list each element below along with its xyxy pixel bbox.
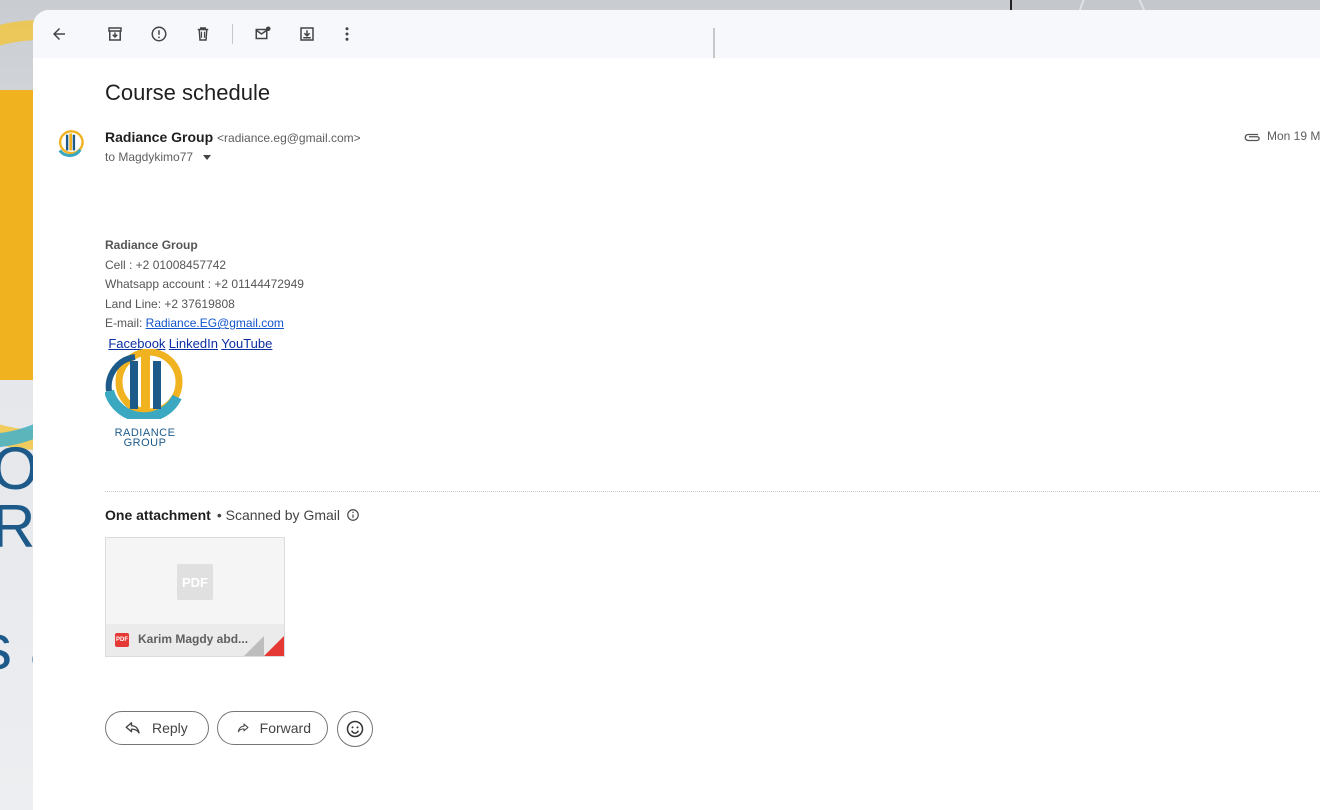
mark-unread-icon (255, 26, 271, 40)
email-date: Mon 19 M (1267, 129, 1320, 143)
sender-avatar[interactable] (51, 128, 89, 166)
attachment-footer: PDF Karim Magdy abd... (106, 624, 284, 656)
email-signature: Radiance Group Cell : +2 01008457742 Wha… (105, 236, 304, 354)
sender-email: <radiance.eg@gmail.com> (217, 131, 361, 145)
delete-button[interactable] (190, 21, 216, 47)
page-fold-shadow (244, 636, 264, 656)
show-details-chevron-icon[interactable] (203, 154, 212, 160)
radiance-logo-image-icon (104, 348, 183, 423)
more-options-button[interactable] (334, 21, 360, 47)
email-view-pane: Course schedule Radiance Group <radiance… (33, 10, 1320, 810)
back-arrow-icon (53, 28, 65, 40)
sender-line: Radiance Group <radiance.eg@gmail.com> (105, 129, 361, 145)
move-to-button[interactable] (294, 21, 320, 47)
toolbar-separator (232, 24, 233, 44)
forward-icon (237, 723, 249, 733)
mark-unread-button[interactable] (250, 21, 276, 47)
reply-button[interactable]: Reply (105, 711, 209, 745)
recipient-line: to Magdykimo77 (105, 150, 212, 164)
report-spam-button[interactable] (146, 21, 172, 47)
attachment-card[interactable]: PDF PDF Karim Magdy abd... (105, 537, 285, 657)
logo-text-line2: GROUP (123, 437, 167, 449)
emoji-smile-icon (346, 720, 364, 738)
signature-name: Radiance Group (105, 238, 198, 252)
pdf-file-icon: PDF (115, 633, 129, 647)
forward-label: Forward (259, 720, 311, 736)
radiance-logo-icon (58, 130, 84, 158)
pdf-preview-icon: PDF (177, 564, 213, 600)
attachments-header: One attachment • Scanned by Gmail (105, 507, 360, 523)
attachment-clip-icon (1244, 133, 1260, 142)
attachment-file-name: Karim Magdy abd... (138, 632, 249, 646)
forward-button[interactable]: Forward (217, 711, 328, 745)
signature-email-label: E-mail: (105, 316, 146, 330)
move-to-icon (300, 27, 314, 41)
info-icon[interactable] (346, 508, 360, 522)
signature-whatsapp: Whatsapp account : +2 01144472949 (105, 277, 304, 291)
page-fold-icon (264, 636, 284, 656)
archive-icon (108, 27, 122, 41)
signature-email-row: E-mail: Radiance.EG@gmail.com (105, 314, 304, 334)
attachment-preview: PDF (106, 538, 284, 624)
back-button[interactable] (46, 21, 72, 47)
email-date-area: Mon 19 M (1243, 129, 1320, 143)
archive-button[interactable] (102, 21, 128, 47)
emoji-reaction-button[interactable] (337, 711, 373, 747)
report-spam-icon (151, 26, 167, 42)
more-vert-icon (345, 27, 349, 41)
sender-name[interactable]: Radiance Group (105, 129, 213, 145)
email-subject: Course schedule (105, 80, 271, 105)
youtube-link[interactable]: YouTube (221, 336, 272, 351)
signature-landline: Land Line: +2 37619808 (105, 296, 235, 311)
delete-icon (197, 27, 209, 41)
signature-cell: Cell : +2 01008457742 (105, 257, 227, 272)
email-toolbar (33, 10, 1320, 58)
toolbar-divider (713, 28, 715, 58)
reply-label: Reply (152, 720, 188, 736)
radiance-group-logo: RADIANCE GROUP (104, 348, 185, 449)
signature-email-link[interactable]: Radiance.EG@gmail.com (146, 316, 284, 330)
attachments-title: One attachment (105, 507, 211, 523)
attachments-divider (105, 491, 1320, 492)
reply-icon (125, 722, 140, 734)
recipient-text: to Magdykimo77 (105, 150, 194, 164)
wallpaper-bar (0, 90, 34, 380)
scanned-by-gmail: • Scanned by Gmail (216, 507, 340, 523)
